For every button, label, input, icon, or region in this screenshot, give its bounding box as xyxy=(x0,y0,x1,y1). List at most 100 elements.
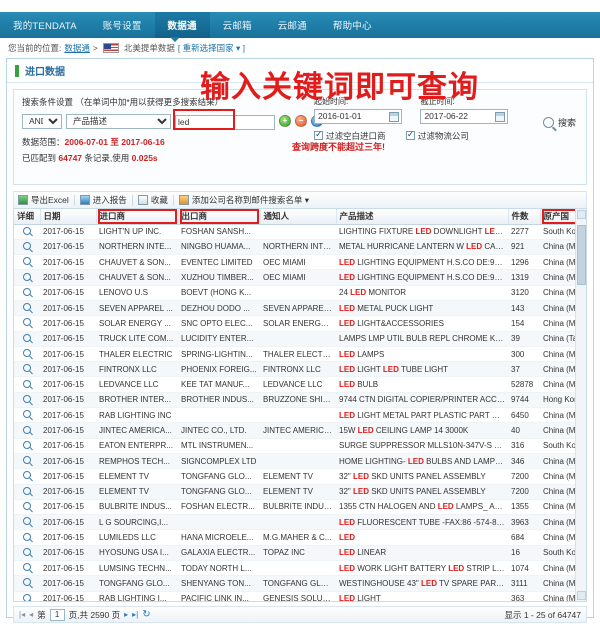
detail-cell[interactable] xyxy=(14,300,40,317)
detail-magnifier-icon[interactable] xyxy=(23,410,31,419)
detail-cell[interactable] xyxy=(14,560,40,577)
detail-magnifier-icon[interactable] xyxy=(23,593,31,601)
table-row[interactable]: 2017-06-15 LUMSING TECHN... TODAY NORTH L.… xyxy=(14,560,586,577)
calendar-icon[interactable] xyxy=(495,112,506,122)
enter-report-button[interactable]: 进入报告 xyxy=(79,194,127,206)
detail-cell[interactable] xyxy=(14,453,40,470)
table-row[interactable]: 2017-06-15 BULBRITE INDUS... FOSHAN ELECTR… xyxy=(14,499,586,516)
detail-magnifier-icon[interactable] xyxy=(23,349,31,358)
add-to-mail-list-button[interactable]: 添加公司名称到邮件搜索名单 ▾ xyxy=(178,194,309,206)
detail-magnifier-icon[interactable] xyxy=(23,456,31,465)
detail-magnifier-icon[interactable] xyxy=(23,287,31,296)
table-row[interactable]: 2017-06-15 LENOVO U.S BOEVT (HONG K... 24 L… xyxy=(14,285,586,301)
page-number-input[interactable] xyxy=(49,608,65,621)
scroll-down-arrow-icon[interactable] xyxy=(577,591,586,600)
table-row[interactable]: 2017-06-15 THALER ELECTRIC SPRING-LIGHTIN.… xyxy=(14,346,586,363)
column-header-product[interactable]: 产品描述 xyxy=(336,209,509,225)
detail-cell[interactable] xyxy=(14,376,40,393)
reselect-country-link[interactable]: [ 重新选择国家 ▾ ] xyxy=(178,42,245,54)
table-row[interactable]: 2017-06-15 TRUCK LITE COM... LUCIDITY ENTE… xyxy=(14,331,586,347)
vertical-scrollbar[interactable] xyxy=(575,209,586,601)
filter-logistics-checkbox[interactable]: 过滤物流公司 xyxy=(405,129,469,141)
table-row[interactable]: 2017-06-15 NORTHERN INTE... NINGBO HUAMA..… xyxy=(14,239,586,256)
calendar-icon[interactable] xyxy=(389,112,399,122)
detail-cell[interactable] xyxy=(14,331,40,347)
detail-cell[interactable] xyxy=(14,346,40,363)
table-row[interactable]: 2017-06-15 EATON ENTERPR... MTL INSTRUMEN.… xyxy=(14,438,586,454)
table-row[interactable]: 2017-06-15 SEVEN APPAREL ... DEZHOU DODO .… xyxy=(14,300,586,317)
column-header-date[interactable]: 日期 xyxy=(40,209,97,225)
detail-cell[interactable] xyxy=(14,361,40,378)
detail-cell[interactable] xyxy=(14,545,40,562)
detail-cell[interactable] xyxy=(14,315,40,332)
detail-magnifier-icon[interactable] xyxy=(23,532,31,541)
column-header-importer[interactable]: 进口商 xyxy=(96,209,179,225)
detail-magnifier-icon[interactable] xyxy=(23,501,31,510)
nav-item-3[interactable]: 云邮箱 xyxy=(210,12,265,38)
search-keyword-input[interactable] xyxy=(175,114,275,130)
table-row[interactable]: 2017-06-15 CHAUVET & SON... EVENTEC LIMITE… xyxy=(14,254,586,271)
detail-magnifier-icon[interactable] xyxy=(23,364,31,373)
detail-magnifier-icon[interactable] xyxy=(23,563,31,572)
detail-magnifier-icon[interactable] xyxy=(23,517,31,526)
detail-magnifier-icon[interactable] xyxy=(23,440,31,449)
breadcrumb-link-datatong[interactable]: 数据通 xyxy=(64,42,90,54)
table-row[interactable]: 2017-06-15 ELEMENT TV TONGFANG GLO... ELEME… xyxy=(14,468,586,485)
nav-item-4[interactable]: 云邮通 xyxy=(265,12,320,38)
table-row[interactable]: 2017-06-15 BROTHER INTER... BROTHER INDUS.… xyxy=(14,392,586,409)
detail-cell[interactable] xyxy=(14,575,40,592)
first-page-icon[interactable]: |◂ xyxy=(19,610,25,619)
detail-cell[interactable] xyxy=(14,484,40,500)
detail-magnifier-icon[interactable] xyxy=(23,272,31,281)
table-row[interactable]: 2017-06-15 HYOSUNG USA I... GALAXIA ELECTR… xyxy=(14,545,586,562)
add-condition-icon[interactable]: + xyxy=(279,115,291,127)
last-page-icon[interactable]: ▸| xyxy=(132,610,138,619)
scrollbar-thumb[interactable] xyxy=(577,225,586,285)
detail-magnifier-icon[interactable] xyxy=(23,425,31,434)
detail-cell[interactable] xyxy=(14,591,40,601)
table-row[interactable]: 2017-06-15 LEDVANCE LLC KEE TAT MANUF... LE… xyxy=(14,376,586,393)
detail-cell[interactable] xyxy=(14,269,40,286)
table-row[interactable]: 2017-06-15 FINTRONX LLC PHOENIX FOREIG... F… xyxy=(14,361,586,378)
detail-cell[interactable] xyxy=(14,529,40,546)
detail-magnifier-icon[interactable] xyxy=(23,471,31,480)
detail-cell[interactable] xyxy=(14,254,40,271)
date-from-field[interactable]: 2016-01-01 xyxy=(314,109,402,124)
table-row[interactable]: 2017-06-15 L G SOURCING,I... LED FLUORESCE… xyxy=(14,514,586,531)
table-row[interactable]: 2017-06-15 SOLAR ENERGY ... SNC OPTO ELEC.… xyxy=(14,315,586,332)
column-header-detail[interactable]: 详细 xyxy=(14,209,41,225)
table-row[interactable]: 2017-06-15 ELEMENT TV TONGFANG GLO... ELEME… xyxy=(14,484,586,500)
table-row[interactable]: 2017-06-15 TONGFANG GLO... SHENYANG TON...… xyxy=(14,575,586,592)
detail-magnifier-icon[interactable] xyxy=(23,394,31,403)
detail-cell[interactable] xyxy=(14,224,40,240)
nav-item-2[interactable]: 数据通 xyxy=(154,12,210,38)
nav-item-1[interactable]: 账号设置 xyxy=(90,12,155,38)
table-row[interactable]: 2017-06-15 REMPHOS TECH... SIGNCOMPLEX LTD… xyxy=(14,453,586,470)
detail-magnifier-icon[interactable] xyxy=(23,303,31,312)
detail-cell[interactable] xyxy=(14,499,40,516)
detail-cell[interactable] xyxy=(14,285,40,301)
detail-cell[interactable] xyxy=(14,239,40,256)
nav-item-0[interactable]: 我的TENDATA xyxy=(0,12,90,38)
table-row[interactable]: 2017-06-15 CHAUVET & SON... XUZHOU TIMBER.… xyxy=(14,269,586,286)
date-to-field[interactable]: 2017-06-22 xyxy=(420,109,509,124)
table-row[interactable]: 2017-06-15 LUMILEDS LLC HANA MICROELE... M.… xyxy=(14,529,586,546)
scroll-up-arrow-icon[interactable] xyxy=(577,210,586,219)
table-row[interactable]: 2017-06-15 RAB LIGHTING INC LED LIGHT META… xyxy=(14,407,586,424)
detail-cell[interactable] xyxy=(14,438,40,454)
detail-cell[interactable] xyxy=(14,392,40,409)
detail-cell[interactable] xyxy=(14,514,40,531)
column-header-notify[interactable]: 通知人 xyxy=(260,209,337,225)
detail-magnifier-icon[interactable] xyxy=(23,333,31,342)
detail-magnifier-icon[interactable] xyxy=(23,486,31,495)
table-row[interactable]: 2017-06-15 JINTEC AMERICA... JINTEC CO., L… xyxy=(14,422,586,439)
column-header-qty[interactable]: 件数 xyxy=(508,209,541,225)
remove-condition-icon[interactable]: − xyxy=(295,115,307,127)
detail-magnifier-icon[interactable] xyxy=(23,578,31,587)
column-header-exporter[interactable]: 出口商 xyxy=(178,209,261,225)
detail-magnifier-icon[interactable] xyxy=(23,318,31,327)
detail-cell[interactable] xyxy=(14,422,40,439)
favorite-button[interactable]: 收藏 xyxy=(137,194,168,206)
export-excel-button[interactable]: 导出Excel xyxy=(18,194,69,206)
refresh-icon[interactable]: ↻ xyxy=(142,609,150,620)
